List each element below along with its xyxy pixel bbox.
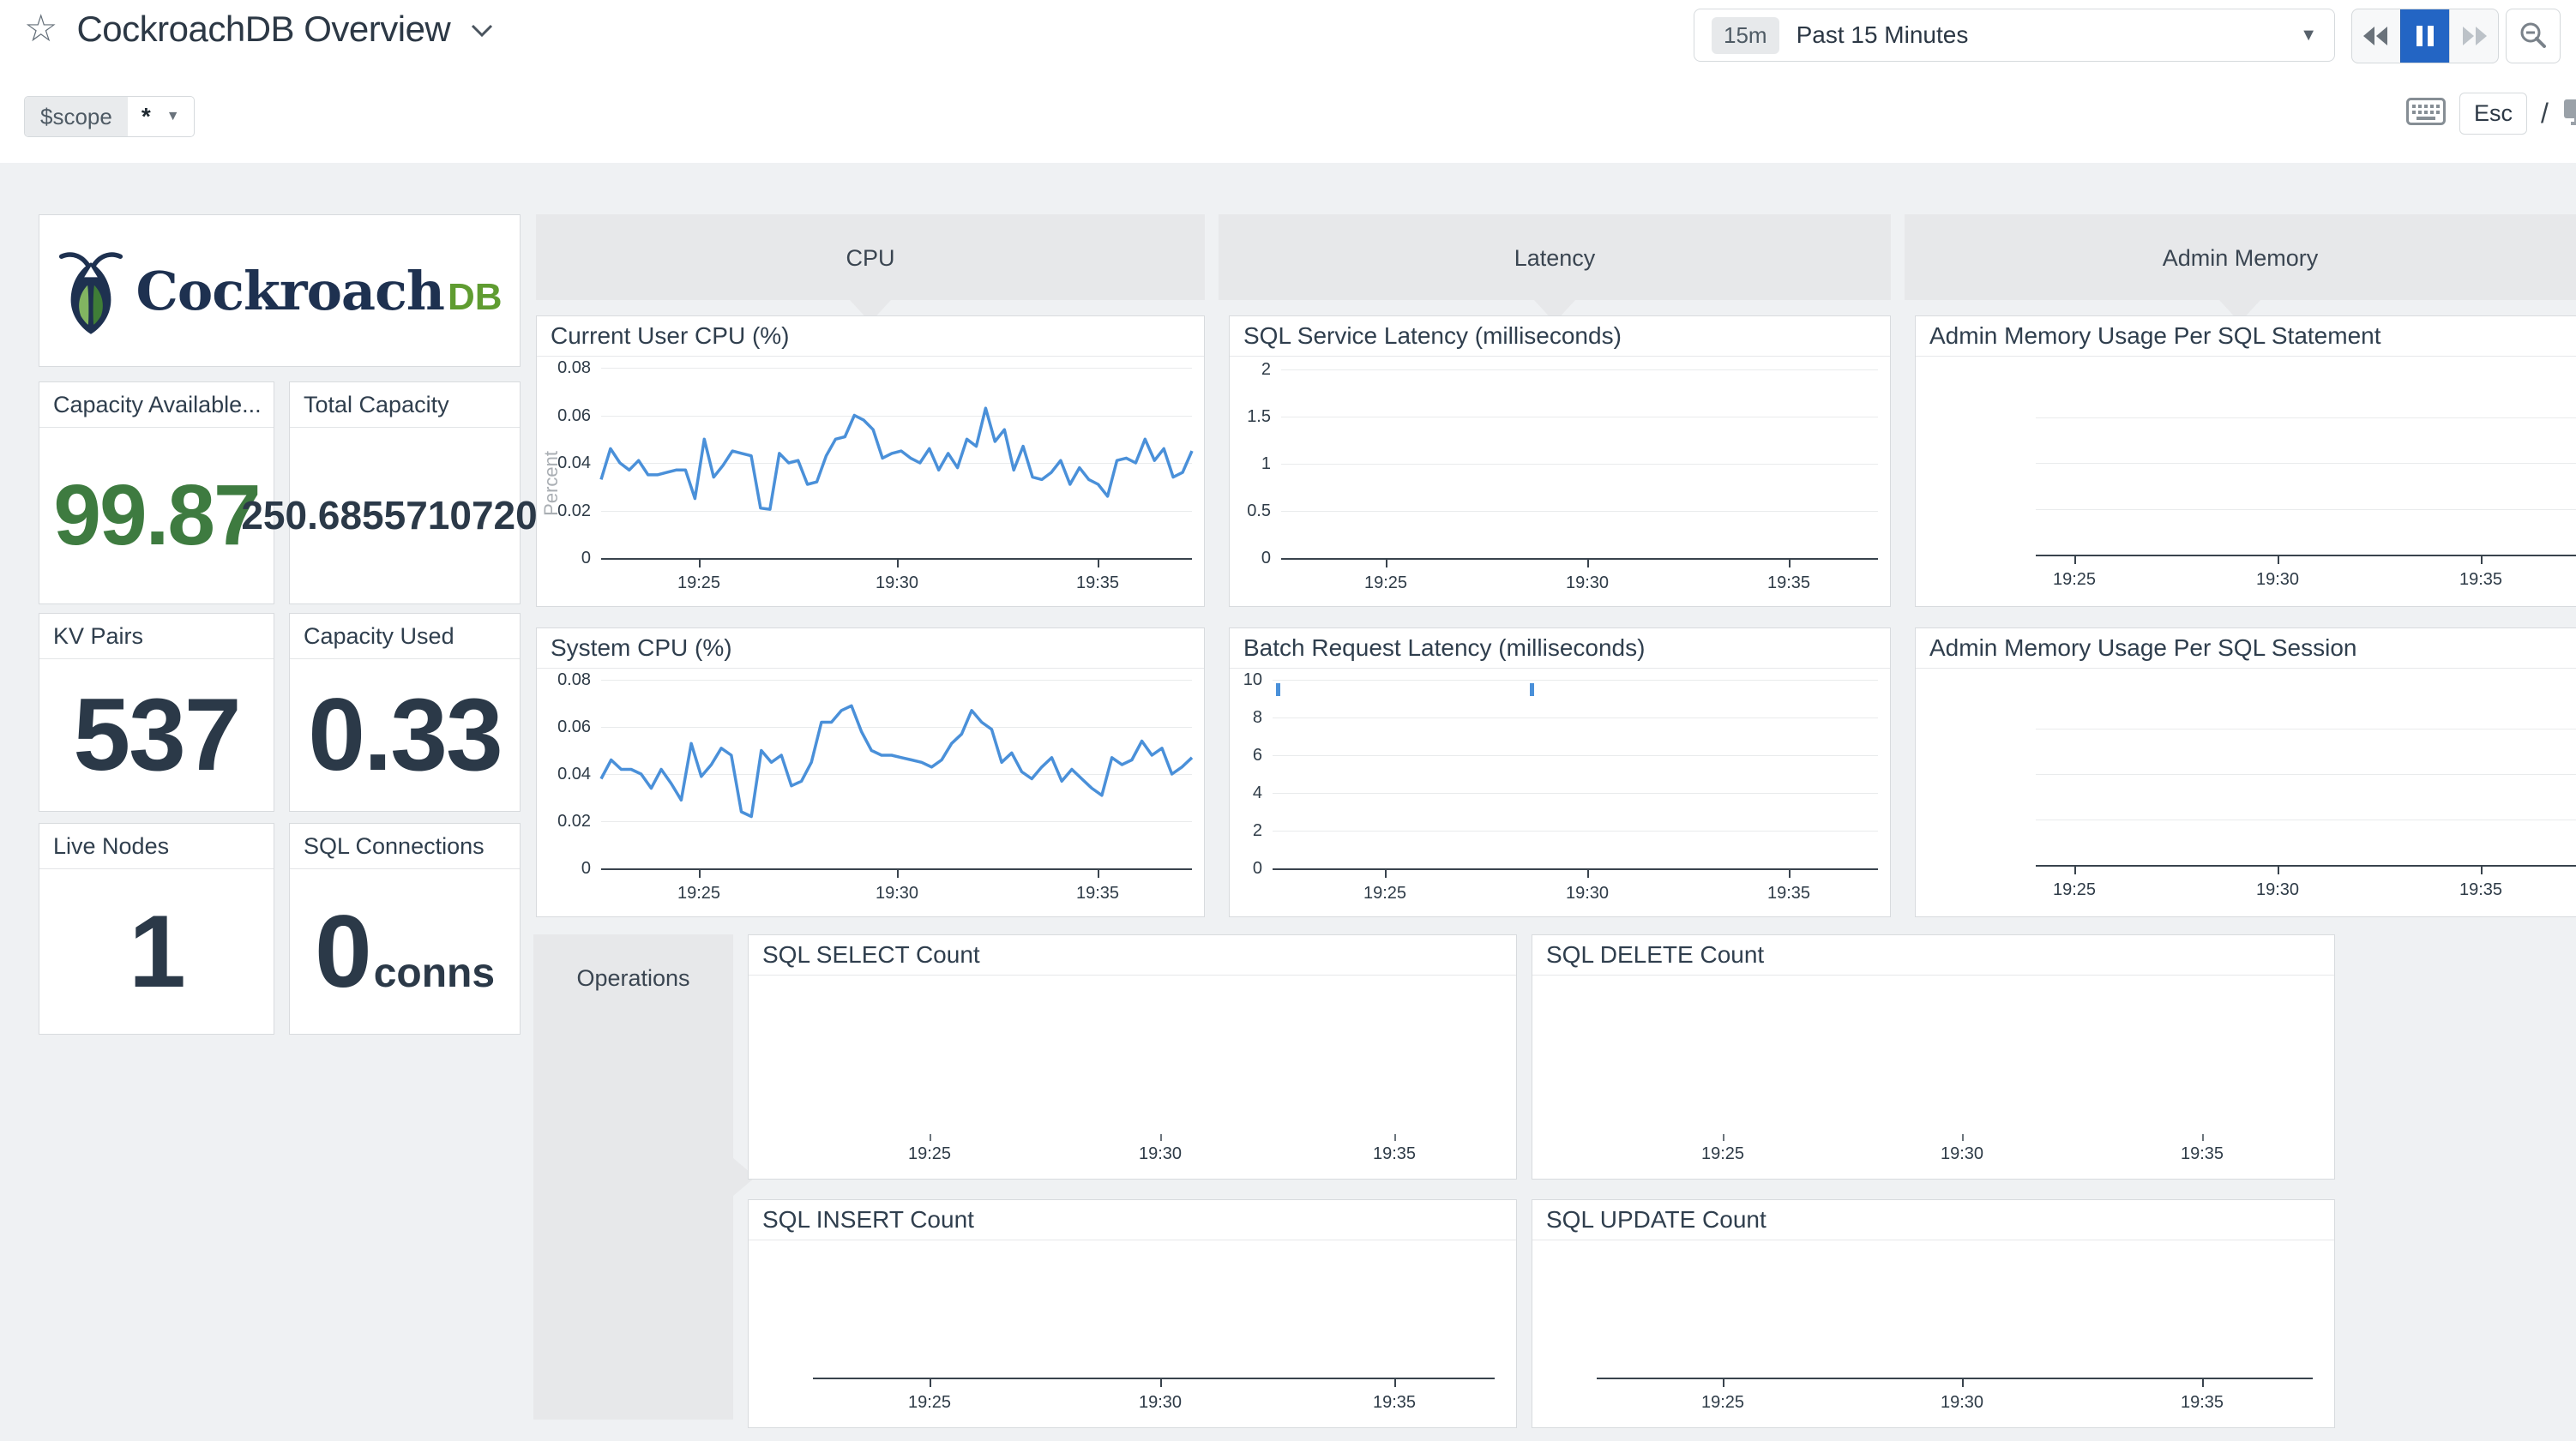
chart-title: Batch Request Latency (milliseconds) <box>1230 628 1890 669</box>
chart-title: Admin Memory Usage Per SQL Session <box>1916 628 2576 669</box>
chart-tile-batch-request-latency[interactable]: Batch Request Latency (milliseconds) 024… <box>1229 627 1891 917</box>
chart-title: System CPU (%) <box>537 628 1204 669</box>
chart-tile-admin-memory-statement[interactable]: Admin Memory Usage Per SQL Statement 19:… <box>1915 315 2576 607</box>
chart-plot: 00.511.5219:2519:3019:35 <box>1230 356 1890 606</box>
chart-tile-sql-service-latency[interactable]: SQL Service Latency (milliseconds) 00.51… <box>1229 315 1891 607</box>
esc-key-hint: Esc <box>2459 93 2527 135</box>
stat-title: Capacity Used <box>290 614 520 659</box>
page-title: CockroachDB Overview <box>76 9 450 50</box>
stat-title: KV Pairs <box>39 614 274 659</box>
stat-value: 0.33 <box>308 675 502 794</box>
group-label: Admin Memory <box>2163 245 2319 272</box>
playback-controls <box>2351 9 2499 63</box>
chart-title: SQL INSERT Count <box>749 1200 1516 1240</box>
stat-title: Capacity Available... <box>39 382 274 428</box>
stat-value: 1 <box>129 892 184 1011</box>
template-variable-name: $scope <box>25 97 128 136</box>
stat-value: 250.6855710720 <box>241 492 537 538</box>
stat-tile-kv-pairs[interactable]: KV Pairs 537 <box>39 613 274 812</box>
magnifier-minus-icon <box>2518 21 2549 51</box>
chart-tile-sql-delete-count[interactable]: SQL DELETE Count 19:2519:3019:35 <box>1532 934 2335 1180</box>
keyboard-icon[interactable] <box>2406 98 2446 129</box>
template-variable-scope[interactable]: $scope * ▼ <box>24 96 195 137</box>
group-label: CPU <box>846 245 894 272</box>
fast-forward-icon <box>2458 25 2490 47</box>
chart-tile-current-user-cpu[interactable]: Current User CPU (%) 00.020.040.060.0819… <box>536 315 1205 607</box>
stat-tile-sql-connections[interactable]: SQL Connections 0 conns <box>289 823 521 1035</box>
chart-plot: 19:2519:3019:35 <box>1532 975 2334 1179</box>
rewind-icon <box>2360 25 2392 47</box>
group-banner-cpu[interactable]: CPU <box>536 214 1205 300</box>
chart-plot: 19:2519:3019:35 <box>1532 1240 2334 1427</box>
logo-brand-text: Cockroach <box>136 260 444 322</box>
group-label: Operations <box>576 965 689 992</box>
line-series <box>601 368 1192 558</box>
time-range-badge: 15m <box>1712 17 1779 54</box>
dropdown-caret-icon: ▼ <box>166 109 180 124</box>
chart-tile-system-cpu[interactable]: System CPU (%) 00.020.040.060.0819:2519:… <box>536 627 1205 917</box>
template-variable-value: * <box>141 103 151 130</box>
group-label: Latency <box>1514 245 1596 272</box>
line-series <box>601 680 1192 868</box>
shortcut-hints: Esc / <box>2406 93 2576 135</box>
stat-title: Live Nodes <box>39 824 274 869</box>
chart-title: Admin Memory Usage Per SQL Statement <box>1916 316 2576 357</box>
header: ☆ CockroachDB Overview <box>24 9 495 50</box>
chart-title: Current User CPU (%) <box>537 316 1204 357</box>
chart-plot: 19:2519:3019:35 <box>1916 356 2576 606</box>
stat-tile-capacity-used[interactable]: Capacity Used 0.33 <box>289 613 521 812</box>
chart-plot: 00.020.040.060.0819:2519:3019:35 <box>537 668 1204 916</box>
time-range-picker[interactable]: 15m Past 15 Minutes ▼ <box>1694 9 2335 62</box>
chart-title: SQL Service Latency (milliseconds) <box>1230 316 1890 357</box>
chart-title: SQL SELECT Count <box>749 935 1516 976</box>
stat-tile-total-capacity[interactable]: Total Capacity 250.6855710720 GB <box>289 381 521 604</box>
cockroachdb-logo-tile[interactable]: CockroachDB <box>39 214 521 367</box>
stat-unit: conns <box>374 950 495 997</box>
zoom-out-button[interactable] <box>2506 9 2561 63</box>
stat-title: SQL Connections <box>290 824 520 869</box>
chart-tile-admin-memory-session[interactable]: Admin Memory Usage Per SQL Session 19:25… <box>1915 627 2576 917</box>
stat-value: 537 <box>73 675 239 794</box>
group-banner-latency[interactable]: Latency <box>1219 214 1891 300</box>
stat-tile-live-nodes[interactable]: Live Nodes 1 <box>39 823 274 1035</box>
rewind-button[interactable] <box>2352 9 2400 63</box>
stat-value: 0 <box>315 892 370 1011</box>
cockroach-bug-icon <box>57 246 124 335</box>
stat-tile-capacity-available[interactable]: Capacity Available... 99.87 <box>39 381 274 604</box>
chart-title: SQL DELETE Count <box>1532 935 2334 976</box>
time-range-label: Past 15 Minutes <box>1797 21 2301 49</box>
chart-tile-sql-select-count[interactable]: SQL SELECT Count 19:2519:3019:35 <box>748 934 1517 1180</box>
group-banner-admin-memory[interactable]: Admin Memory <box>1905 214 2576 300</box>
chevron-down-icon[interactable] <box>469 22 495 44</box>
chart-plot: 19:2519:3019:35 <box>1916 668 2576 916</box>
star-icon[interactable]: ☆ <box>24 10 57 48</box>
chart-plot: 024681019:2519:3019:35 <box>1230 668 1890 916</box>
chart-plot: 19:2519:3019:35 <box>749 1240 1516 1427</box>
logo-db-text: DB <box>448 276 503 318</box>
stat-title: Total Capacity <box>290 382 520 428</box>
fast-forward-button[interactable] <box>2449 9 2498 63</box>
group-banner-operations[interactable]: Operations <box>533 934 733 1420</box>
stat-value: 99.87 <box>53 466 259 565</box>
dropdown-caret-icon: ▼ <box>2300 26 2317 45</box>
pause-button[interactable] <box>2400 9 2449 63</box>
dashboard-page: ☆ CockroachDB Overview 15m Past 15 Minut… <box>0 0 2576 1441</box>
chart-tile-sql-insert-count[interactable]: SQL INSERT Count 19:2519:3019:35 <box>748 1199 1517 1428</box>
chart-plot: 19:2519:3019:35 <box>749 975 1516 1179</box>
tv-mode-icon[interactable] <box>2562 97 2576 130</box>
slash-hint: / <box>2541 98 2549 129</box>
chart-tile-sql-update-count[interactable]: SQL UPDATE Count 19:2519:3019:35 <box>1532 1199 2335 1428</box>
pause-icon <box>2414 24 2436 48</box>
chart-title: SQL UPDATE Count <box>1532 1200 2334 1240</box>
chart-plot: 00.020.040.060.0819:2519:3019:35Percent <box>537 356 1204 606</box>
